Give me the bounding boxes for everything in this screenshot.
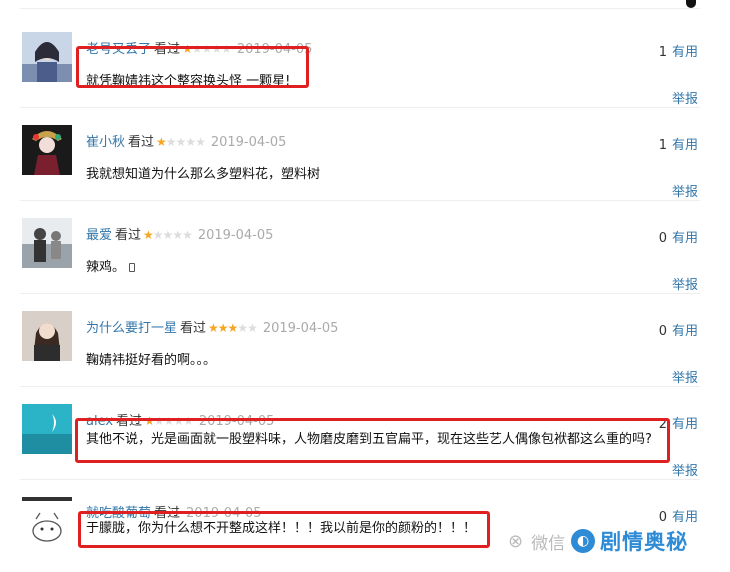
comment-item: 为什么要打一星 看过 ★★★★★ 2019-04-05 0 有用 鞠婧祎挺好看的啊。。。… bbox=[0, 295, 730, 387]
comment-text: 鞠婧祎挺好看的啊。。。 bbox=[86, 353, 217, 368]
report-link[interactable]: 举报 bbox=[672, 181, 698, 200]
helpful-button[interactable]: 有用 bbox=[672, 45, 698, 60]
rating-stars: ★★★★★ bbox=[208, 321, 258, 335]
avatar[interactable] bbox=[22, 404, 72, 454]
report-link[interactable]: 举报 bbox=[672, 460, 698, 479]
avatar[interactable] bbox=[22, 497, 72, 547]
comment-divider bbox=[20, 479, 700, 480]
helpful-button[interactable]: 有用 bbox=[672, 138, 698, 153]
comment-username[interactable]: 为什么要打一星 bbox=[86, 321, 177, 336]
comment-divider bbox=[20, 107, 700, 108]
comment-username[interactable]: 最爱 bbox=[86, 228, 112, 243]
highlight-box bbox=[76, 46, 309, 88]
helpful-button[interactable]: 有用 bbox=[672, 231, 698, 246]
helpful-votes[interactable]: 0 有用 bbox=[659, 320, 698, 339]
phone-icon bbox=[129, 263, 136, 272]
comment-username[interactable]: 崔小秋 bbox=[86, 135, 125, 150]
vote-count: 0 bbox=[658, 231, 667, 246]
helpful-button[interactable]: 有用 bbox=[672, 417, 698, 432]
report-link[interactable]: 举报 bbox=[672, 274, 698, 293]
avatar[interactable] bbox=[22, 125, 72, 175]
watermark: ⊗ 微信 ◐ 剧情奥秘 bbox=[508, 524, 688, 558]
comment-date: 2019-04-05 bbox=[210, 135, 287, 150]
watched-status: 看过 bbox=[128, 135, 155, 150]
comment-text: 辣鸡。 bbox=[86, 260, 126, 275]
highlight-box bbox=[78, 511, 490, 548]
helpful-button[interactable]: 有用 bbox=[672, 324, 698, 339]
wechat-icon: ⊗ bbox=[508, 530, 524, 552]
helpful-votes[interactable]: 0 有用 bbox=[659, 506, 698, 525]
comment-item: 崔小秋 看过 ★★★★★ 2019-04-05 1 有用 我就想知道为什么那么多塑料花，… bbox=[0, 109, 730, 201]
report-link[interactable]: 举报 bbox=[672, 88, 698, 107]
watermark-brand: 剧情奥秘 bbox=[600, 530, 689, 554]
vote-count: 0 bbox=[658, 324, 667, 339]
comment-text-row: 辣鸡。 bbox=[86, 259, 136, 277]
top-divider bbox=[20, 8, 700, 9]
comment-divider bbox=[20, 293, 700, 294]
vote-count: 1 bbox=[658, 45, 667, 60]
comment-item: 最爱 看过 ★★★★★ 2019-04-05 0 有用 辣鸡。 举报 bbox=[0, 202, 730, 294]
highlight-box bbox=[75, 418, 670, 463]
comment-date: 2019-04-05 bbox=[197, 228, 274, 243]
report-link[interactable]: 举报 bbox=[672, 367, 698, 386]
comment-text: 我就想知道为什么那么多塑料花，塑料树 bbox=[86, 167, 321, 182]
helpful-button[interactable]: 有用 bbox=[672, 510, 698, 525]
brand-logo-icon: ◐ bbox=[571, 529, 596, 553]
helpful-votes[interactable]: 1 有用 bbox=[659, 41, 698, 60]
vote-count: 0 bbox=[658, 510, 667, 525]
comment-date: 2019-04-05 bbox=[262, 321, 339, 336]
avatar[interactable] bbox=[22, 32, 72, 82]
helpful-votes[interactable]: 1 有用 bbox=[659, 134, 698, 153]
watched-status: 看过 bbox=[180, 321, 207, 336]
helpful-votes[interactable]: 0 有用 bbox=[659, 227, 698, 246]
avatar[interactable] bbox=[22, 311, 72, 361]
comment-divider bbox=[20, 386, 700, 387]
watched-status: 看过 bbox=[115, 228, 142, 243]
vote-count: 1 bbox=[658, 138, 667, 153]
rating-stars: ★★★★★ bbox=[143, 228, 193, 242]
comment-divider bbox=[20, 200, 700, 201]
watermark-wechat-label: 微信 bbox=[531, 533, 566, 554]
avatar[interactable] bbox=[22, 218, 72, 268]
cut-off-icon bbox=[686, 0, 696, 8]
rating-stars: ★★★★★ bbox=[156, 135, 206, 149]
